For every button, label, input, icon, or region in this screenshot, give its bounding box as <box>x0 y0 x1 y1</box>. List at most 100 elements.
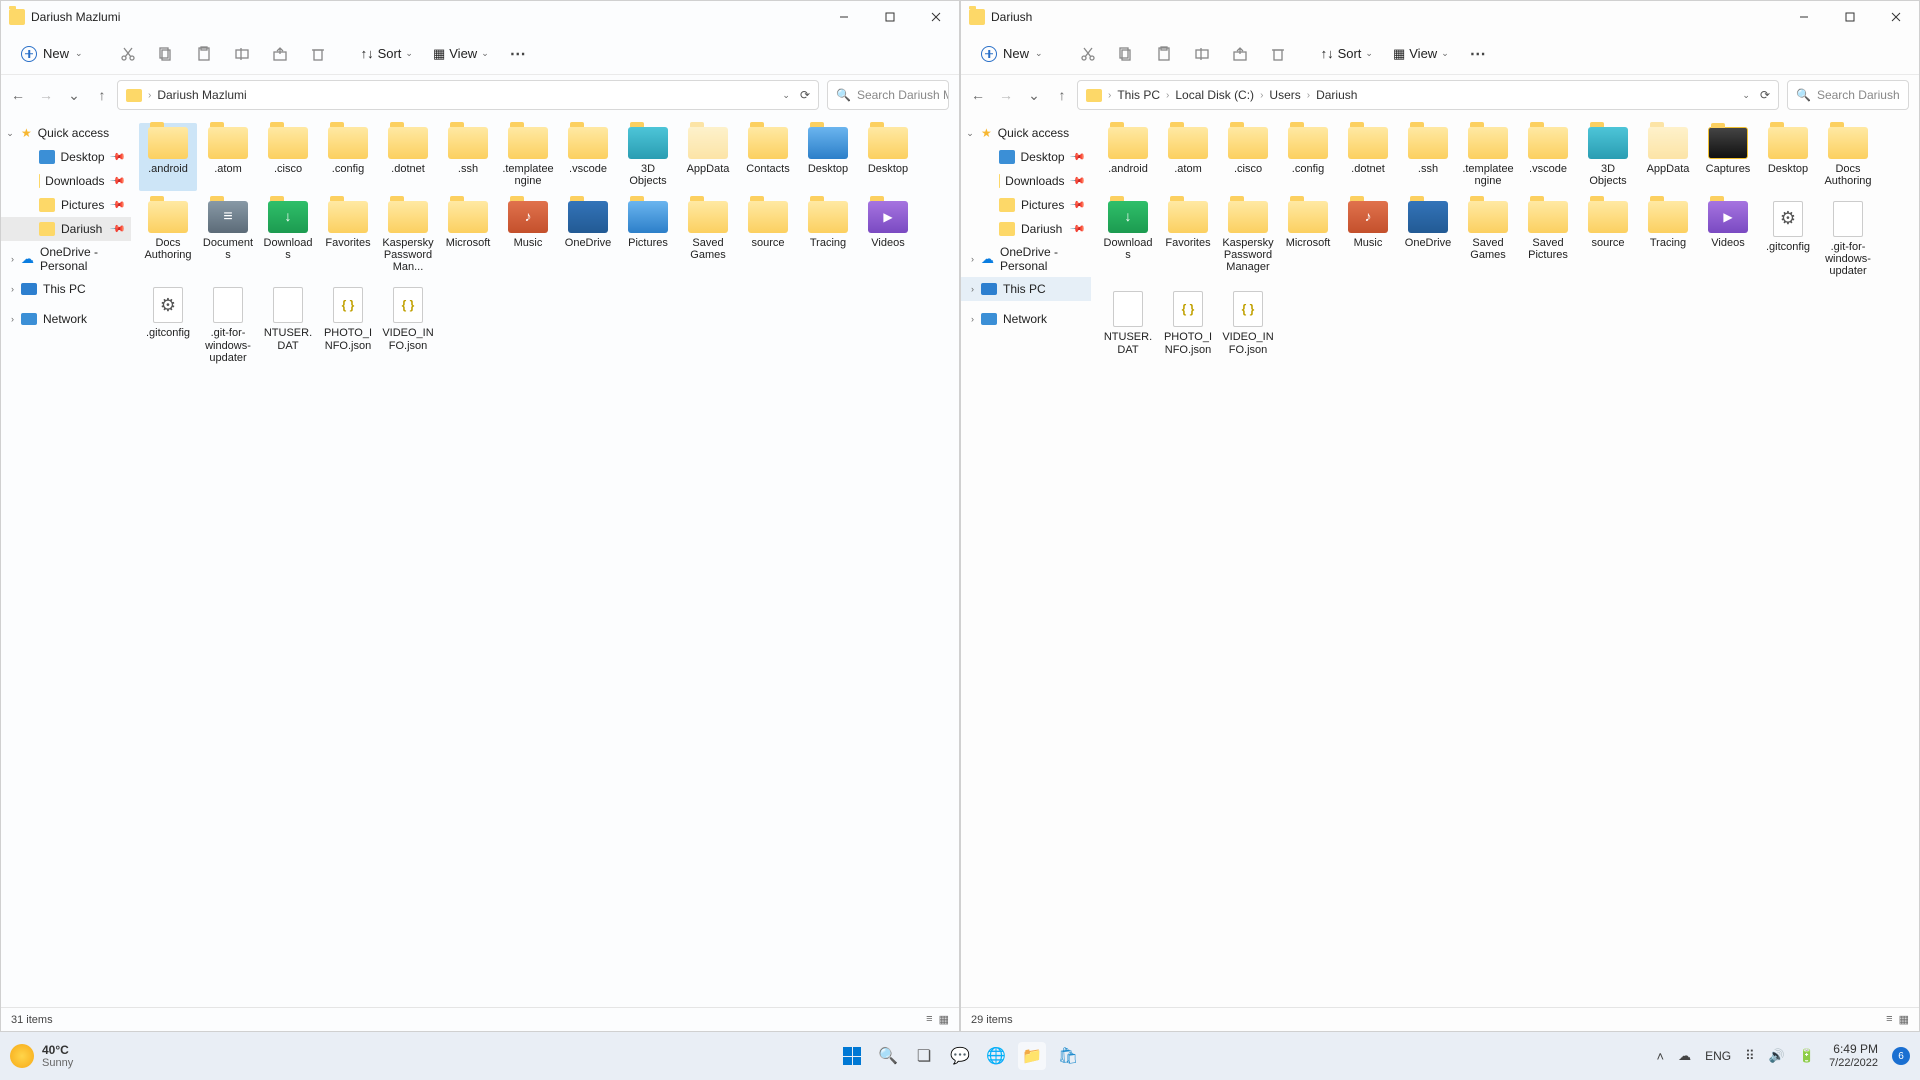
chevron-down-icon[interactable]: ⌄ <box>1742 90 1750 101</box>
share-button[interactable] <box>1223 40 1257 68</box>
file-item[interactable]: .dotnet <box>379 123 437 191</box>
file-item[interactable]: .git-for-windows-updater <box>1819 197 1877 281</box>
recent-dropdown[interactable]: ⌄ <box>67 87 81 104</box>
file-item[interactable]: Desktop <box>1759 123 1817 191</box>
breadcrumb[interactable]: › This PC›Local Disk (C:)›Users›Dariush … <box>1077 80 1779 110</box>
delete-button[interactable] <box>1261 40 1295 68</box>
file-item[interactable]: .cisco <box>1219 123 1277 191</box>
sidebar-item[interactable]: Downloads 📌 <box>961 169 1091 193</box>
paste-button[interactable] <box>1147 40 1181 68</box>
up-button[interactable]: ↑ <box>95 87 109 103</box>
notification-badge[interactable]: 6 <box>1892 1047 1910 1065</box>
clock[interactable]: 6:49 PM 7/22/2022 <box>1829 1043 1878 1068</box>
back-button[interactable]: ← <box>11 87 25 103</box>
sidebar-this-pc[interactable]: › This PC <box>1 277 131 301</box>
paste-button[interactable] <box>187 40 221 68</box>
view-button[interactable]: ▦ View ⌄ <box>1385 42 1457 66</box>
sidebar-quick-access[interactable]: ⌄ ★ Quick access <box>1 121 131 145</box>
rename-button[interactable] <box>225 40 259 68</box>
file-item[interactable]: Tracing <box>1639 197 1697 281</box>
back-button[interactable]: ← <box>971 87 985 103</box>
sort-button[interactable]: ↑↓ Sort ⌄ <box>353 42 421 65</box>
sidebar-network[interactable]: › Network <box>961 307 1091 331</box>
forward-button[interactable]: → <box>39 87 53 103</box>
file-item[interactable]: .gitconfig <box>1759 197 1817 281</box>
minimize-button[interactable] <box>821 1 867 33</box>
breadcrumb-segment[interactable]: Users <box>1269 88 1300 102</box>
store-button[interactable]: 🛍 <box>1054 1042 1082 1070</box>
chevron-right-icon[interactable]: › <box>11 254 14 264</box>
file-item[interactable]: NTUSER.DAT <box>1099 287 1157 359</box>
copy-button[interactable] <box>1109 40 1143 68</box>
forward-button[interactable]: → <box>999 87 1013 103</box>
breadcrumb-segment[interactable]: Dariush Mazlumi <box>157 88 246 102</box>
file-item[interactable]: .cisco <box>259 123 317 191</box>
file-item[interactable]: Desktop <box>859 123 917 191</box>
file-item[interactable]: AppData <box>679 123 737 191</box>
file-item[interactable]: .atom <box>1159 123 1217 191</box>
file-item[interactable]: Captures <box>1699 123 1757 191</box>
file-item[interactable]: AppData <box>1639 123 1697 191</box>
new-button[interactable]: New ⌄ <box>971 42 1053 66</box>
task-view-button[interactable]: ❏ <box>910 1042 938 1070</box>
chat-button[interactable]: 💬 <box>946 1042 974 1070</box>
cut-button[interactable] <box>1071 40 1105 68</box>
sidebar-onedrive[interactable]: › ☁ OneDrive - Personal <box>961 247 1091 271</box>
file-item[interactable]: Saved Pictures <box>1519 197 1577 281</box>
file-item[interactable]: Downloads <box>1099 197 1157 281</box>
file-item[interactable]: Docs Authoring <box>139 197 197 277</box>
file-item[interactable]: NTUSER.DAT <box>259 283 317 367</box>
file-item[interactable]: Docs Authoring <box>1819 123 1877 191</box>
view-button[interactable]: ▦ View ⌄ <box>425 42 497 66</box>
sidebar-item[interactable]: Desktop 📌 <box>1 145 131 169</box>
file-item[interactable]: .android <box>139 123 197 191</box>
rename-button[interactable] <box>1185 40 1219 68</box>
file-item[interactable]: VIDEO_INFO.json <box>1219 287 1277 359</box>
file-item[interactable]: .git-for-windows-updater <box>199 283 257 367</box>
weather-widget[interactable]: 40°C Sunny <box>10 1043 73 1069</box>
breadcrumb-segment[interactable]: This PC <box>1117 88 1160 102</box>
file-item[interactable]: Music <box>1339 197 1397 281</box>
file-item[interactable]: .atom <box>199 123 257 191</box>
refresh-button[interactable]: ⟳ <box>1760 88 1770 102</box>
file-item[interactable]: Saved Games <box>1459 197 1517 281</box>
onedrive-tray-icon[interactable]: ☁ <box>1678 1048 1691 1064</box>
search-input[interactable]: 🔍 Search Dariush <box>1787 80 1909 110</box>
chevron-down-icon[interactable]: ⌄ <box>965 128 975 139</box>
start-button[interactable] <box>838 1042 866 1070</box>
chevron-right-icon[interactable]: › <box>11 284 14 294</box>
file-item[interactable]: source <box>1579 197 1637 281</box>
search-button[interactable]: 🔍 <box>874 1042 902 1070</box>
sidebar-item[interactable]: Dariush 📌 <box>961 217 1091 241</box>
sidebar-network[interactable]: › Network <box>1 307 131 331</box>
file-grid[interactable]: .android .atom .cisco .config .dotnet .s… <box>1091 115 1919 1007</box>
file-item[interactable]: .vscode <box>559 123 617 191</box>
file-item[interactable]: .config <box>1279 123 1337 191</box>
thumbnails-view-button[interactable]: ▦ <box>1899 1013 1909 1026</box>
file-item[interactable]: Microsoft <box>1279 197 1337 281</box>
file-item[interactable]: OneDrive <box>559 197 617 277</box>
file-item[interactable]: Kaspersky Password Manager <box>1219 197 1277 281</box>
file-item[interactable]: .vscode <box>1519 123 1577 191</box>
file-item[interactable]: Videos <box>859 197 917 277</box>
sort-button[interactable]: ↑↓ Sort ⌄ <box>1313 42 1381 65</box>
sidebar-item[interactable]: Pictures 📌 <box>961 193 1091 217</box>
file-item[interactable]: .templateengine <box>1459 123 1517 191</box>
sidebar-item[interactable]: Dariush 📌 <box>1 217 131 241</box>
file-item[interactable]: Saved Games <box>679 197 737 277</box>
file-item[interactable]: Favorites <box>1159 197 1217 281</box>
recent-dropdown[interactable]: ⌄ <box>1027 87 1041 104</box>
minimize-button[interactable] <box>1781 1 1827 33</box>
up-button[interactable]: ↑ <box>1055 87 1069 103</box>
copy-button[interactable] <box>149 40 183 68</box>
more-button[interactable]: ⋯ <box>1461 40 1495 68</box>
sidebar-quick-access[interactable]: ⌄ ★ Quick access <box>961 121 1091 145</box>
breadcrumb-segment[interactable]: Dariush <box>1316 88 1357 102</box>
maximize-button[interactable] <box>867 1 913 33</box>
file-item[interactable]: 3D Objects <box>1579 123 1637 191</box>
file-item[interactable]: .ssh <box>439 123 497 191</box>
sidebar-item[interactable]: Desktop 📌 <box>961 145 1091 169</box>
titlebar[interactable]: Dariush <box>961 1 1919 33</box>
file-item[interactable]: .gitconfig <box>139 283 197 367</box>
file-item[interactable]: Music <box>499 197 557 277</box>
